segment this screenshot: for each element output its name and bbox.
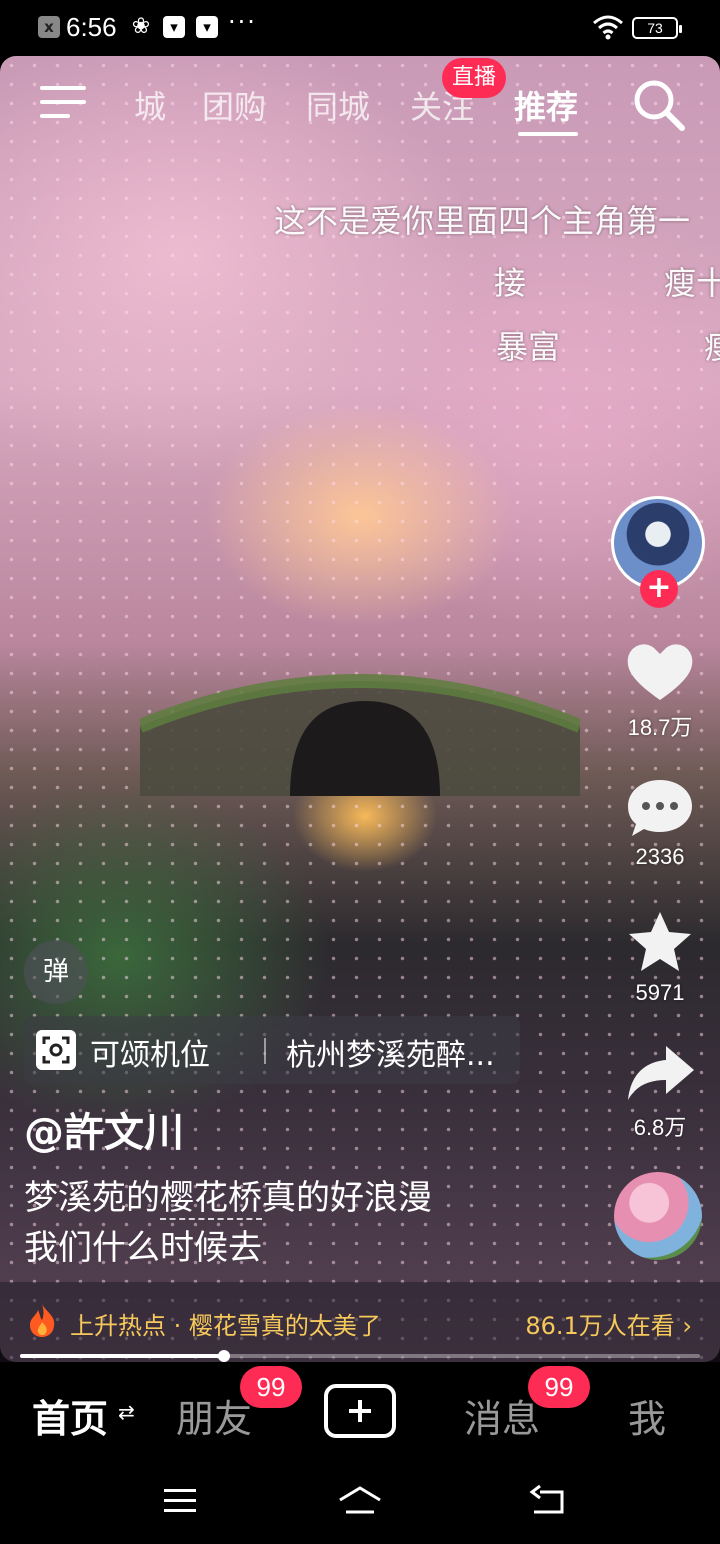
feed-switch-icon[interactable]: ⇄ [118, 1400, 135, 1424]
danmaku-comment: 接 [494, 264, 527, 302]
comment-icon[interactable] [624, 776, 696, 840]
like-heart-icon[interactable] [624, 640, 696, 704]
more-notifications-icon: ··· [228, 8, 257, 36]
share-count: 6.8万 [633, 1115, 687, 1140]
danmaku-comment: 这不是爱你里面四个主角第一 [274, 202, 691, 240]
comment-count: 2336 [635, 844, 685, 869]
follow-button[interactable]: + [640, 570, 678, 608]
wifi-icon [593, 15, 623, 40]
status-time: 6:56 [66, 12, 117, 42]
tab-city[interactable]: 城 [134, 82, 166, 128]
tab-nearby[interactable]: 同城 [306, 82, 370, 128]
status-bar: x 6:56 ❀ ▾ ▾ ··· 73 [0, 0, 720, 56]
viewer-count: 86.1万人在看 › [525, 1312, 692, 1340]
caption-keyword-link[interactable]: 樱花桥 [160, 1178, 262, 1220]
trending-topic: 上升热点 · 樱花雪真的太美了 [70, 1312, 381, 1340]
favorite-count: 5971 [635, 980, 685, 1005]
tab-group-buy[interactable]: 团购 [202, 82, 266, 128]
bottom-tab-bar: 首页 ⇄ 朋友 99 消息 99 我 [0, 1362, 720, 1458]
video-progress-bar[interactable] [20, 1350, 700, 1362]
progress-knob[interactable] [218, 1350, 230, 1362]
system-nav-bar [0, 1458, 720, 1544]
danmaku-comment: 瘦 [704, 322, 720, 368]
favorite-star-icon[interactable] [624, 910, 696, 974]
tab-messages[interactable]: 消息 [464, 1388, 540, 1443]
menu-icon[interactable] [38, 82, 88, 122]
top-nav: 城 团购 同城 关注 推荐 [0, 70, 720, 140]
battery-icon: 73 [632, 17, 682, 39]
recent-apps-icon[interactable] [160, 1484, 200, 1518]
fire-icon [30, 1304, 55, 1337]
tab-home[interactable]: 首页 [32, 1388, 108, 1443]
danmaku-comment: 瘦十 [664, 264, 720, 302]
caption-text: 梦溪苑的 [24, 1178, 160, 1218]
share-arrow-icon[interactable] [624, 1042, 696, 1106]
progress-fill [20, 1354, 224, 1358]
create-post-button[interactable] [324, 1384, 396, 1438]
tab-friends[interactable]: 朋友 [176, 1388, 252, 1443]
location-chip[interactable]: 可颂机位 杭州梦溪苑醉... [24, 1016, 520, 1084]
friends-badge: 99 [240, 1366, 302, 1408]
poi-name: 杭州梦溪苑醉... [286, 1038, 495, 1073]
messages-badge: 99 [528, 1366, 590, 1408]
danmaku-comment: 暴富 [496, 328, 561, 366]
caption-line-1: 梦溪苑的樱花桥真的好浪漫 [24, 1170, 432, 1220]
search-icon[interactable] [630, 76, 686, 132]
tab-recommend[interactable]: 推荐 [514, 82, 578, 128]
notification-x-icon: x [38, 16, 60, 38]
pinwheel-icon: ❀ [131, 14, 151, 39]
camera-scan-icon [36, 1030, 76, 1070]
caption-line-2: 我们什么时候去 [24, 1228, 262, 1268]
author-name[interactable]: @許文川 [24, 1100, 184, 1158]
home-icon[interactable] [336, 1484, 384, 1518]
bridge-illustration [140, 674, 580, 796]
danmaku-toggle-button[interactable]: 弹 [24, 940, 88, 1004]
active-tab-indicator [518, 132, 578, 136]
like-count: 18.7万 [627, 715, 693, 740]
tab-me[interactable]: 我 [628, 1388, 666, 1443]
music-disc[interactable] [614, 1172, 702, 1260]
caption-text: 真的好浪漫 [262, 1178, 432, 1218]
video-player[interactable] [0, 56, 720, 1362]
live-badge[interactable]: 直播 [442, 58, 506, 98]
poi-label: 可颂机位 [90, 1038, 210, 1073]
mail-icon: ▾ [163, 16, 185, 38]
poi-divider [264, 1038, 266, 1064]
trending-bar[interactable]: 上升热点 · 樱花雪真的太美了 86.1万人在看 › [0, 1282, 720, 1362]
mail-icon-2: ▾ [196, 16, 218, 38]
back-icon[interactable] [528, 1484, 568, 1518]
